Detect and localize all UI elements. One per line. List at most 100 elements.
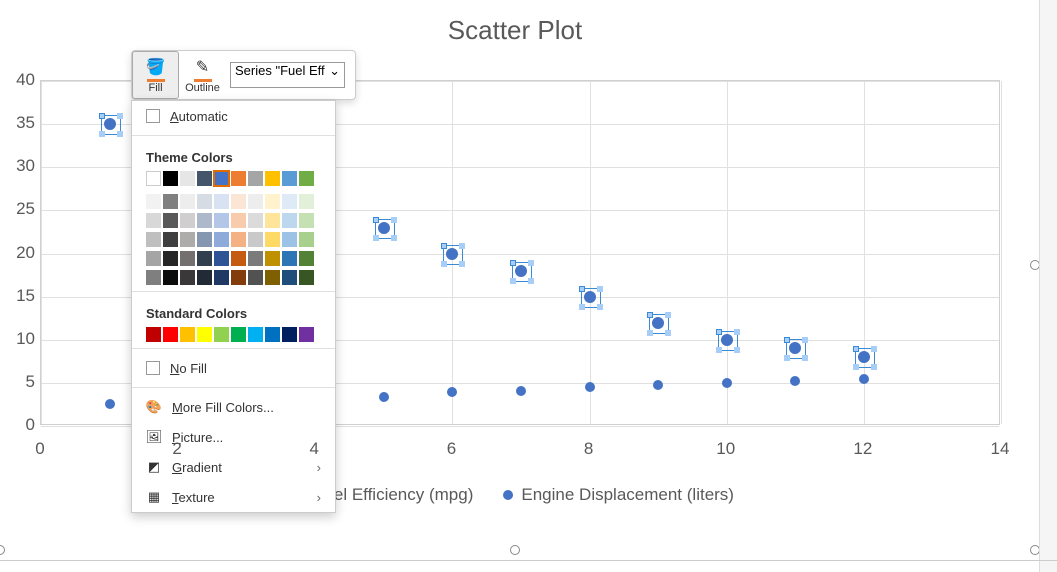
color-swatch[interactable] bbox=[197, 171, 212, 186]
color-swatch[interactable] bbox=[282, 327, 297, 342]
legend[interactable]: Fuel Efficiency (mpg) Engine Displacemen… bbox=[296, 485, 734, 505]
color-swatch[interactable] bbox=[248, 171, 263, 186]
color-swatch[interactable] bbox=[248, 327, 263, 342]
color-swatch[interactable] bbox=[265, 251, 280, 266]
color-swatch[interactable] bbox=[180, 194, 195, 209]
color-swatch[interactable] bbox=[248, 213, 263, 228]
data-point[interactable] bbox=[721, 334, 733, 346]
color-swatch[interactable] bbox=[248, 194, 263, 209]
data-point[interactable] bbox=[379, 392, 389, 402]
color-swatch[interactable] bbox=[197, 251, 212, 266]
data-point[interactable] bbox=[584, 291, 596, 303]
color-swatch[interactable] bbox=[248, 270, 263, 285]
color-swatch[interactable] bbox=[163, 213, 178, 228]
color-swatch[interactable] bbox=[265, 232, 280, 247]
color-swatch[interactable] bbox=[299, 270, 314, 285]
color-swatch[interactable] bbox=[299, 251, 314, 266]
data-point[interactable] bbox=[585, 382, 595, 392]
color-swatch[interactable] bbox=[299, 194, 314, 209]
color-swatch[interactable] bbox=[231, 194, 246, 209]
texture-fill-item[interactable]: ▦ Texture › bbox=[132, 482, 335, 512]
color-swatch[interactable] bbox=[214, 251, 229, 266]
series-selector[interactable]: Series "Fuel Eff ⌄ bbox=[230, 62, 345, 88]
color-swatch[interactable] bbox=[180, 213, 195, 228]
color-swatch[interactable] bbox=[231, 171, 246, 186]
color-swatch[interactable] bbox=[197, 232, 212, 247]
no-fill-item[interactable]: No Fill bbox=[132, 353, 335, 383]
chart-title[interactable]: Scatter Plot bbox=[448, 15, 582, 46]
color-swatch[interactable] bbox=[231, 232, 246, 247]
outline-button[interactable]: ✎ Outline bbox=[179, 51, 226, 99]
data-point[interactable] bbox=[789, 342, 801, 354]
more-fill-colors-item[interactable]: 🎨 More Fill Colors... bbox=[132, 392, 335, 422]
color-swatch[interactable] bbox=[146, 270, 161, 285]
color-swatch[interactable] bbox=[163, 232, 178, 247]
color-swatch[interactable] bbox=[214, 213, 229, 228]
color-swatch[interactable] bbox=[180, 270, 195, 285]
data-point[interactable] bbox=[104, 118, 116, 130]
data-point[interactable] bbox=[859, 374, 869, 384]
color-swatch[interactable] bbox=[282, 194, 297, 209]
color-swatch[interactable] bbox=[265, 213, 280, 228]
color-swatch[interactable] bbox=[180, 171, 195, 186]
fill-button[interactable]: 🪣 Fill bbox=[132, 51, 179, 99]
legend-item-engine-disp[interactable]: Engine Displacement (liters) bbox=[503, 485, 734, 505]
data-point[interactable] bbox=[515, 265, 527, 277]
color-swatch[interactable] bbox=[265, 194, 280, 209]
color-swatch[interactable] bbox=[146, 194, 161, 209]
resize-handle-sw[interactable] bbox=[0, 545, 5, 555]
color-swatch[interactable] bbox=[231, 327, 246, 342]
picture-fill-item[interactable]: 🖼 Picture... bbox=[132, 422, 335, 452]
color-swatch[interactable] bbox=[299, 213, 314, 228]
color-swatch[interactable] bbox=[146, 327, 161, 342]
color-swatch[interactable] bbox=[299, 327, 314, 342]
color-swatch[interactable] bbox=[180, 251, 195, 266]
color-swatch[interactable] bbox=[180, 327, 195, 342]
color-swatch[interactable] bbox=[282, 251, 297, 266]
color-swatch[interactable] bbox=[265, 171, 280, 186]
color-swatch[interactable] bbox=[282, 232, 297, 247]
color-swatch[interactable] bbox=[282, 171, 297, 186]
color-swatch[interactable] bbox=[146, 251, 161, 266]
resize-handle-s[interactable] bbox=[510, 545, 520, 555]
color-swatch[interactable] bbox=[231, 251, 246, 266]
data-point[interactable] bbox=[446, 248, 458, 260]
color-swatch[interactable] bbox=[163, 251, 178, 266]
color-swatch[interactable] bbox=[214, 232, 229, 247]
color-swatch[interactable] bbox=[248, 232, 263, 247]
color-swatch[interactable] bbox=[197, 194, 212, 209]
data-point[interactable] bbox=[790, 376, 800, 386]
color-swatch[interactable] bbox=[214, 194, 229, 209]
color-swatch[interactable] bbox=[163, 270, 178, 285]
color-swatch[interactable] bbox=[299, 232, 314, 247]
data-point[interactable] bbox=[858, 351, 870, 363]
data-point[interactable] bbox=[105, 399, 115, 409]
data-point[interactable] bbox=[447, 387, 457, 397]
color-swatch[interactable] bbox=[163, 327, 178, 342]
color-swatch[interactable] bbox=[265, 327, 280, 342]
data-point[interactable] bbox=[378, 222, 390, 234]
color-swatch[interactable] bbox=[197, 213, 212, 228]
color-swatch[interactable] bbox=[214, 327, 229, 342]
color-swatch[interactable] bbox=[231, 270, 246, 285]
color-swatch[interactable] bbox=[282, 270, 297, 285]
color-swatch[interactable] bbox=[265, 270, 280, 285]
color-swatch[interactable] bbox=[146, 232, 161, 247]
data-point[interactable] bbox=[652, 317, 664, 329]
data-point[interactable] bbox=[516, 386, 526, 396]
color-swatch[interactable] bbox=[282, 213, 297, 228]
color-swatch[interactable] bbox=[146, 171, 161, 186]
color-swatch[interactable] bbox=[231, 213, 246, 228]
color-swatch[interactable] bbox=[197, 270, 212, 285]
color-swatch[interactable] bbox=[214, 270, 229, 285]
data-point[interactable] bbox=[722, 378, 732, 388]
color-swatch[interactable] bbox=[146, 213, 161, 228]
gradient-fill-item[interactable]: ◩ Gradient › bbox=[132, 452, 335, 482]
color-swatch[interactable] bbox=[248, 251, 263, 266]
color-swatch[interactable] bbox=[163, 171, 178, 186]
color-swatch[interactable] bbox=[214, 171, 229, 186]
color-swatch[interactable] bbox=[180, 232, 195, 247]
color-swatch[interactable] bbox=[163, 194, 178, 209]
color-swatch[interactable] bbox=[197, 327, 212, 342]
color-swatch[interactable] bbox=[299, 171, 314, 186]
